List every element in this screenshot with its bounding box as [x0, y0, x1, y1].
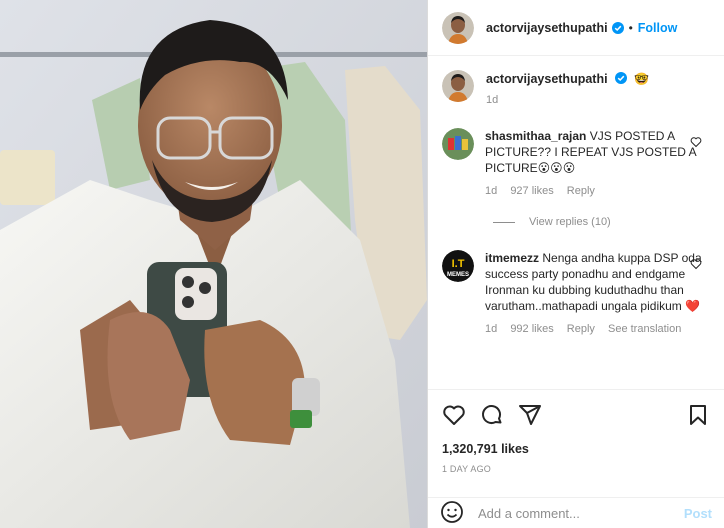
avatar[interactable] [442, 128, 474, 160]
see-translation-button[interactable]: See translation [608, 323, 681, 335]
share-icon[interactable] [518, 403, 542, 427]
comment-icon[interactable] [480, 403, 504, 427]
comment-time: 1d [485, 185, 498, 197]
post-timestamp: 1 DAY AGO [442, 464, 491, 474]
caption-text: 🤓 [634, 72, 650, 86]
comment-likes[interactable]: 992 likes [510, 323, 553, 335]
avatar[interactable] [442, 11, 474, 44]
add-comment-bar: Post [428, 497, 724, 528]
verified-icon [611, 21, 624, 34]
avatar[interactable]: I.T MEMES [442, 250, 474, 282]
verified-icon [614, 72, 627, 84]
comment-time: 1d [485, 323, 498, 335]
heart-icon[interactable] [690, 136, 702, 151]
post-photo[interactable] [0, 0, 427, 528]
instagram-post-view: actorvijaysethupathi • Follow actorvijay… [0, 0, 724, 528]
bookmark-icon[interactable] [686, 403, 710, 427]
post-caption: actorvijaysethupathi 🤓 1d [428, 56, 724, 106]
view-replies-button[interactable]: View replies (10) [493, 216, 611, 228]
svg-text:MEMES: MEMES [447, 272, 469, 278]
selfie-image [0, 0, 427, 528]
comment-likes[interactable]: 927 likes [510, 185, 553, 197]
comment-username[interactable]: itmemezz [485, 251, 539, 265]
post-comment-button[interactable]: Post [684, 506, 712, 521]
post-header: actorvijaysethupathi • Follow [428, 0, 724, 56]
post-author-username[interactable]: actorvijaysethupathi [486, 21, 608, 35]
comment-username[interactable]: shasmithaa_rajan [485, 129, 586, 143]
svg-text:I.T: I.T [452, 258, 465, 270]
comment: shasmithaa_rajan VJS POSTED A PICTURE?? … [442, 128, 712, 199]
reply-button[interactable]: Reply [567, 323, 595, 335]
heart-icon[interactable] [442, 403, 466, 427]
emoji-icon[interactable] [440, 500, 464, 527]
post-actions: 1,320,791 likes 1 DAY AGO [428, 389, 724, 474]
reply-button[interactable]: Reply [567, 185, 595, 197]
comment-input[interactable] [478, 506, 668, 521]
caption-time: 1d [486, 94, 499, 106]
view-replies-label: View replies (10) [529, 216, 611, 228]
likes-count[interactable]: 1,320,791 likes [442, 442, 710, 456]
avatar[interactable] [442, 70, 474, 102]
comment: I.T MEMES itmemezz Nenga andha kuppa DSP… [442, 250, 712, 337]
follow-button[interactable]: Follow [638, 21, 678, 35]
post-side-panel: actorvijaysethupathi • Follow actorvijay… [427, 0, 724, 528]
separator-dot: • [628, 20, 633, 35]
caption-username[interactable]: actorvijaysethupathi [486, 72, 608, 86]
heart-icon[interactable] [690, 258, 702, 273]
divider [493, 221, 515, 223]
